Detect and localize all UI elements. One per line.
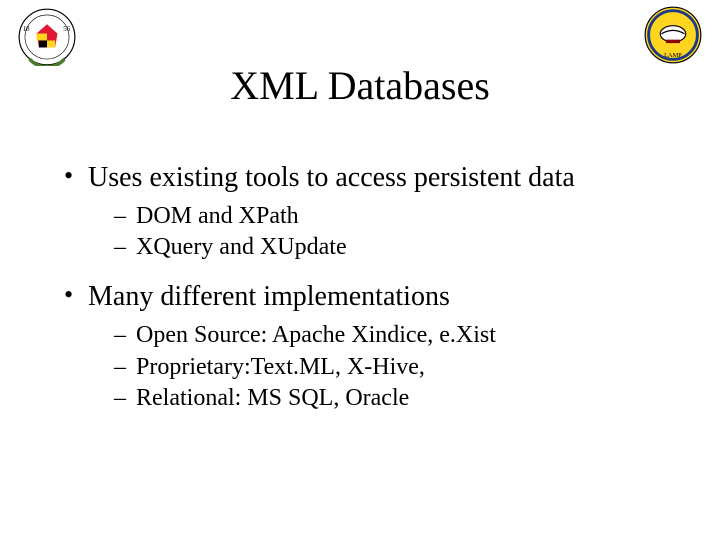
svg-text:18: 18 bbox=[23, 25, 30, 33]
bullet-text: Uses existing tools to access persistent… bbox=[88, 162, 575, 193]
svg-text:LAMP: LAMP bbox=[664, 52, 682, 59]
slide: 18 56 LAMP XML Databases Uses existing t… bbox=[0, 0, 720, 540]
bullet-text: Many different implementations bbox=[88, 281, 450, 312]
svg-text:56: 56 bbox=[63, 25, 70, 33]
umd-seal-icon: 18 56 bbox=[18, 8, 76, 66]
bullet-item: Uses existing tools to access persistent… bbox=[60, 160, 660, 263]
sub-bullet-item: Open Source: Apache Xindice, e.Xist bbox=[114, 320, 660, 351]
sub-bullet-item: XQuery and XUpdate bbox=[114, 232, 660, 263]
sub-bullet-item: DOM and XPath bbox=[114, 201, 660, 232]
slide-title: XML Databases bbox=[0, 62, 720, 109]
sub-bullet-item: Proprietary:Text.ML, X-Hive, bbox=[114, 352, 660, 383]
bullet-item: Many different implementations Open Sour… bbox=[60, 279, 660, 414]
sub-bullet-item: Relational: MS SQL, Oracle bbox=[114, 383, 660, 414]
lamp-badge-icon: LAMP bbox=[644, 6, 702, 64]
slide-body: Uses existing tools to access persistent… bbox=[60, 160, 660, 430]
